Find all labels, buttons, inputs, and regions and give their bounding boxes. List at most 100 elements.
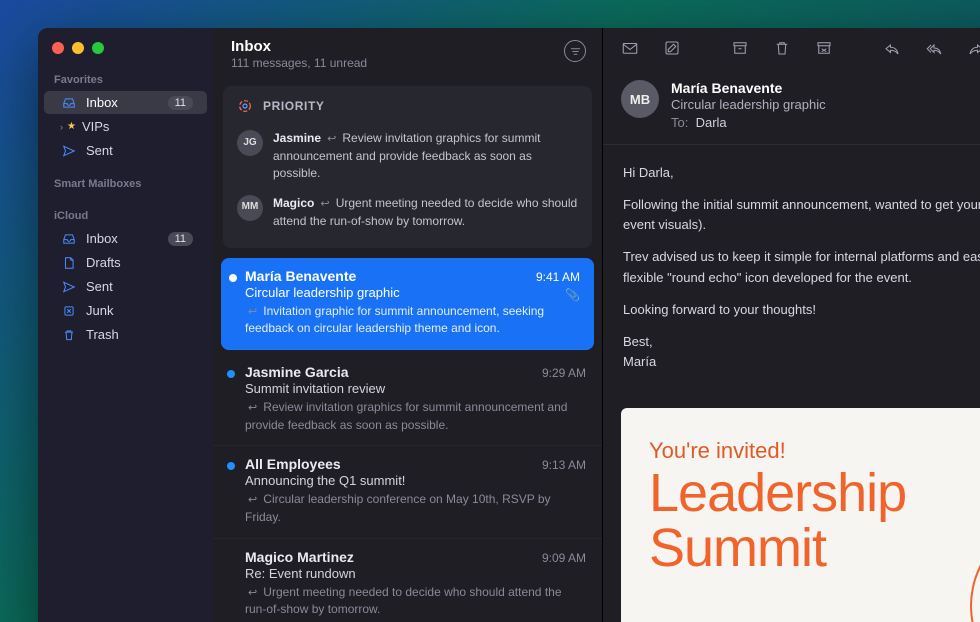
inbox-icon bbox=[60, 232, 78, 246]
sidebar-item-sent[interactable]: Sent bbox=[44, 139, 207, 162]
priority-sender: Magico bbox=[273, 196, 314, 210]
invitation-graphic: You're invited! Leadership Summit bbox=[621, 408, 980, 622]
sidebar-item-junk[interactable]: Junk bbox=[44, 299, 207, 322]
minimize-window-button[interactable] bbox=[72, 42, 84, 54]
message-subject: Announcing the Q1 summit! bbox=[245, 473, 586, 488]
reply-all-icon[interactable] bbox=[925, 39, 943, 57]
to-value: Darla bbox=[696, 115, 727, 130]
body-paragraph: Following the initial summit announcemen… bbox=[623, 195, 980, 235]
smart-mailboxes-label: Smart Mailboxes bbox=[38, 172, 213, 194]
email-subject: Circular leadership graphic bbox=[671, 97, 826, 112]
message-body: Hi Darla, Following the initial summit a… bbox=[603, 145, 980, 402]
unread-dot-icon bbox=[229, 274, 237, 282]
body-paragraph: Looking forward to your thoughts! bbox=[623, 300, 980, 320]
sidebar-item-icloud-inbox[interactable]: Inbox 11 bbox=[44, 227, 207, 250]
body-signature: Best, María bbox=[623, 332, 980, 372]
sidebar-item-inbox[interactable]: Inbox 11 bbox=[44, 91, 207, 114]
priority-section: PRIORITY JG Jasmine ↩︎ Review invitation… bbox=[223, 86, 592, 248]
sender-avatar: MB bbox=[621, 80, 659, 118]
message-time: 9:41 AM bbox=[536, 270, 580, 284]
sidebar: Favorites Inbox 11 › ★ VIPs Sent Smart M… bbox=[38, 28, 213, 622]
reply-icon: ↩︎ bbox=[248, 587, 260, 599]
mailbox-title: Inbox bbox=[231, 38, 367, 55]
message-preview: ↩︎ Invitation graphic for summit announc… bbox=[245, 303, 580, 337]
body-paragraph: Hi Darla, bbox=[623, 163, 980, 183]
priority-icon bbox=[237, 98, 253, 114]
message-list-header: Inbox 111 messages, 11 unread bbox=[213, 28, 602, 80]
trash-icon[interactable] bbox=[773, 39, 791, 57]
sidebar-item-trash[interactable]: Trash bbox=[44, 323, 207, 346]
reply-icon: ↩︎ bbox=[248, 306, 260, 318]
reply-icon: ↩︎ bbox=[248, 402, 260, 414]
close-window-button[interactable] bbox=[52, 42, 64, 54]
sidebar-item-label: VIPs bbox=[82, 119, 193, 134]
sidebar-item-label: Trash bbox=[86, 327, 193, 342]
message-list-pane: Inbox 111 messages, 11 unread PRIORITY J… bbox=[213, 28, 603, 622]
message-preview: ↩︎ Circular leadership conference on May… bbox=[245, 491, 586, 525]
message-time: 9:29 AM bbox=[542, 366, 586, 380]
reply-icon: ↩︎ bbox=[248, 494, 260, 506]
message-preview: ↩︎ Review invitation graphics for summit… bbox=[245, 399, 586, 433]
message-preview: ↩︎ Urgent meeting needed to decide who s… bbox=[245, 584, 586, 618]
junk-icon[interactable] bbox=[815, 39, 833, 57]
message-subject: Re: Event rundown bbox=[245, 566, 586, 581]
message-subject: Summit invitation review bbox=[245, 381, 586, 396]
unread-dot-icon bbox=[227, 462, 235, 470]
unread-badge: 11 bbox=[168, 96, 193, 110]
attachment-icon: 📎 bbox=[565, 288, 580, 302]
unread-badge: 11 bbox=[168, 232, 193, 246]
sidebar-item-label: Sent bbox=[86, 143, 193, 158]
sender-name: María Benavente bbox=[671, 80, 826, 96]
message-toolbar bbox=[603, 28, 980, 64]
priority-item[interactable]: MM Magico ↩︎ Urgent meeting needed to de… bbox=[237, 189, 578, 236]
priority-label: PRIORITY bbox=[263, 99, 324, 113]
invite-title: Leadership Summit bbox=[649, 466, 980, 576]
message-header: MB María Benavente Circular leadership g… bbox=[603, 64, 980, 145]
message-time: 9:09 AM bbox=[542, 551, 586, 565]
mailbox-subtitle: 111 messages, 11 unread bbox=[231, 56, 367, 70]
star-icon: ★ bbox=[67, 121, 76, 132]
reply-icon: ↩︎ bbox=[324, 133, 339, 145]
maximize-window-button[interactable] bbox=[92, 42, 104, 54]
body-paragraph: Trev advised us to keep it simple for in… bbox=[623, 247, 980, 287]
priority-header: PRIORITY bbox=[237, 98, 578, 114]
window-controls bbox=[38, 40, 213, 68]
sidebar-item-drafts[interactable]: Drafts bbox=[44, 251, 207, 274]
message-sender: Magico Martinez bbox=[245, 549, 354, 565]
favorites-section-label: Favorites bbox=[38, 68, 213, 90]
trash-icon bbox=[60, 328, 78, 342]
reading-pane: MB María Benavente Circular leadership g… bbox=[603, 28, 980, 622]
message-list: María Benavente 9:41 AM Circular leaders… bbox=[213, 254, 602, 622]
message-row[interactable]: All Employees 9:13 AM Announcing the Q1 … bbox=[213, 446, 602, 538]
reply-icon[interactable] bbox=[883, 39, 901, 57]
filter-button[interactable] bbox=[564, 40, 586, 62]
sent-icon bbox=[60, 280, 78, 294]
chevron-right-icon: › bbox=[60, 122, 63, 132]
message-sender: Jasmine Garcia bbox=[245, 364, 349, 380]
archive-icon[interactable] bbox=[731, 39, 749, 57]
sidebar-item-label: Inbox bbox=[86, 231, 168, 246]
sidebar-item-label: Junk bbox=[86, 303, 193, 318]
drafts-icon bbox=[60, 256, 78, 270]
invite-pretitle: You're invited! bbox=[649, 438, 980, 464]
sent-icon bbox=[60, 144, 78, 158]
sidebar-item-label: Drafts bbox=[86, 255, 193, 270]
priority-sender: Jasmine bbox=[273, 131, 321, 145]
compose-icon[interactable] bbox=[663, 39, 681, 57]
envelope-icon[interactable] bbox=[621, 39, 639, 57]
message-row[interactable]: María Benavente 9:41 AM Circular leaders… bbox=[221, 258, 594, 350]
message-time: 9:13 AM bbox=[542, 458, 586, 472]
priority-item[interactable]: JG Jasmine ↩︎ Review invitation graphics… bbox=[237, 124, 578, 189]
message-sender: María Benavente bbox=[245, 268, 356, 284]
sidebar-item-icloud-sent[interactable]: Sent bbox=[44, 275, 207, 298]
message-row[interactable]: Jasmine Garcia 9:29 AM Summit invitation… bbox=[213, 354, 602, 446]
message-row[interactable]: Magico Martinez 9:09 AM Re: Event rundow… bbox=[213, 539, 602, 622]
message-subject: Circular leadership graphic bbox=[245, 285, 580, 300]
forward-icon[interactable] bbox=[967, 39, 980, 57]
sidebar-item-label: Sent bbox=[86, 279, 193, 294]
unread-dot-icon bbox=[227, 370, 235, 378]
avatar: MM bbox=[237, 195, 263, 221]
sidebar-item-vips[interactable]: › ★ VIPs bbox=[44, 115, 207, 138]
junk-icon bbox=[60, 304, 78, 318]
inbox-icon bbox=[60, 96, 78, 110]
